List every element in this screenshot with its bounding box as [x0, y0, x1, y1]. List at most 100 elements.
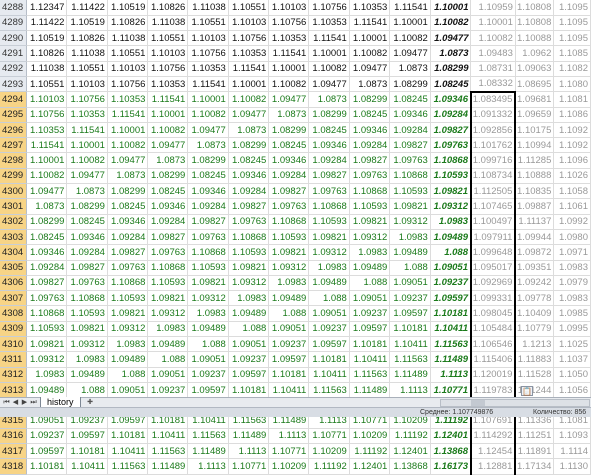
cell[interactable]: 1.10181	[228, 382, 270, 399]
cell[interactable]: 1.10756	[66, 91, 108, 108]
cell[interactable]: 1.083495	[469, 90, 517, 108]
cell[interactable]: 1.11038	[147, 15, 189, 32]
cell[interactable]: 1.09312	[349, 229, 391, 246]
cell[interactable]: 1.09477	[268, 91, 310, 108]
cell[interactable]: 1.09597	[26, 443, 68, 460]
row-header[interactable]: 4302	[0, 214, 27, 230]
cell[interactable]: 1.0983	[553, 260, 591, 276]
row-header[interactable]: 4292	[0, 61, 27, 77]
cell[interactable]: 1.10353	[308, 15, 350, 32]
row-header[interactable]: 4297	[0, 137, 27, 154]
cell[interactable]: 1.10082	[187, 107, 229, 123]
cell[interactable]: 1.1082	[553, 61, 591, 77]
cell[interactable]: 1.10551	[66, 61, 108, 77]
cell[interactable]: 1.10409	[515, 305, 555, 322]
cell[interactable]: 1.0983	[107, 336, 149, 353]
cell[interactable]: 1.10779	[515, 321, 555, 338]
cell[interactable]: 1.11038	[187, 0, 229, 16]
cell[interactable]: 1.10411	[268, 382, 310, 399]
paste-options-icon[interactable]: 📋	[521, 386, 533, 396]
cell[interactable]: 1.09763	[107, 260, 149, 276]
cell[interactable]: 1.0983	[389, 229, 431, 246]
cell[interactable]: 1.08245	[389, 91, 431, 108]
cell[interactable]: 1.09827	[66, 260, 108, 276]
cell[interactable]: 1.09827	[389, 137, 431, 154]
cell[interactable]: 1.11563	[107, 458, 149, 475]
cell[interactable]: 1.10001	[308, 45, 350, 62]
cell[interactable]: 1.11422	[26, 15, 68, 32]
cell[interactable]: 1.08245	[107, 198, 149, 215]
cell[interactable]: 1.09284	[389, 122, 431, 139]
cell[interactable]: 1.09827	[107, 244, 149, 261]
row-header[interactable]: 4306	[0, 275, 27, 292]
cell[interactable]: 1.09763	[147, 244, 189, 261]
cell[interactable]: 1.09944	[515, 229, 555, 246]
cell[interactable]: 1.1058	[553, 183, 591, 200]
cell[interactable]: 1.09477	[26, 183, 68, 200]
cell[interactable]: 1.10519	[26, 30, 68, 47]
cell[interactable]: 1.11038	[107, 30, 149, 47]
cell[interactable]: 1.09051	[349, 290, 391, 307]
cell[interactable]: 1.08332	[470, 76, 516, 93]
cell[interactable]: 1.1113	[187, 458, 229, 475]
cell[interactable]: 1.1113	[430, 367, 472, 383]
cell[interactable]: 1.11489	[349, 382, 391, 399]
cell[interactable]: 1.09597	[389, 305, 431, 322]
cell[interactable]: 1.09763	[430, 137, 472, 154]
row-header[interactable]: 4308	[0, 305, 27, 322]
cell[interactable]: 1.09312	[228, 275, 270, 292]
row-header[interactable]: 4293	[0, 76, 27, 93]
row-header[interactable]: 4304	[0, 244, 27, 261]
cell[interactable]: 1.11489	[228, 428, 270, 445]
cell[interactable]: 1.09597	[187, 382, 229, 399]
cell[interactable]: 1.0983	[430, 214, 472, 230]
cell[interactable]: 1.10826	[66, 30, 108, 47]
cell[interactable]: 1.1213	[515, 336, 555, 353]
cell[interactable]: 1.1130	[553, 458, 591, 475]
cell[interactable]: 1.09827	[430, 122, 472, 139]
cell[interactable]: 1.10808	[515, 0, 555, 16]
cell[interactable]: 1.10082	[308, 61, 350, 77]
cell[interactable]: 1.09659	[515, 107, 555, 123]
cell[interactable]: 1.08245	[66, 214, 108, 230]
cell[interactable]: 1.101762	[469, 137, 517, 154]
cell[interactable]: 1.10411	[349, 351, 391, 368]
cell[interactable]: 1.10209	[268, 458, 310, 475]
cell[interactable]: 1.091332	[469, 107, 517, 123]
cell[interactable]: 1.1081	[553, 91, 591, 108]
cell[interactable]: 1.09489	[268, 290, 310, 307]
cell[interactable]: 1.0983	[553, 290, 591, 307]
cell[interactable]: 1.09489	[308, 275, 350, 292]
row-header[interactable]: 4310	[0, 336, 27, 353]
row-header[interactable]: 4290	[0, 30, 27, 47]
cell[interactable]: 1.119783	[469, 382, 517, 399]
cell[interactable]: 1.10411	[107, 443, 149, 460]
cell[interactable]: 1.0873	[308, 91, 350, 108]
row-header[interactable]: 4307	[0, 290, 27, 307]
cell[interactable]: 1.10209	[308, 443, 350, 460]
cell[interactable]: 1.088	[66, 382, 108, 399]
cell[interactable]: 1.09351	[515, 260, 555, 276]
cell[interactable]: 1.10771	[308, 428, 350, 445]
cell[interactable]: 1.1026	[553, 168, 591, 185]
horizontal-scrollbar[interactable]	[440, 399, 590, 407]
cell[interactable]: 1.092969	[469, 275, 517, 292]
cell[interactable]: 1.09489	[389, 244, 431, 261]
cell[interactable]: 1.10181	[349, 336, 391, 353]
cell[interactable]: 1.10771	[430, 382, 472, 399]
cell[interactable]: 1.08245	[308, 122, 350, 139]
cell[interactable]: 1.09763	[66, 275, 108, 292]
cell[interactable]: 1.09346	[66, 229, 108, 246]
cell[interactable]: 1.11563	[308, 382, 350, 399]
cell[interactable]: 1.09284	[228, 183, 270, 200]
row-header[interactable]: 4288	[0, 0, 27, 16]
cell[interactable]: 1.09312	[389, 214, 431, 230]
cell[interactable]: 1.13868	[430, 443, 472, 460]
cell[interactable]: 1.09763	[349, 168, 391, 185]
cell[interactable]: 1.09821	[268, 244, 310, 261]
cell[interactable]: 1.09312	[187, 290, 229, 307]
cell[interactable]: 1.09346	[268, 152, 310, 169]
cell[interactable]: 1.09477	[147, 137, 189, 154]
row-header[interactable]: 4294	[0, 91, 27, 108]
cell[interactable]: 1.088	[107, 367, 149, 383]
